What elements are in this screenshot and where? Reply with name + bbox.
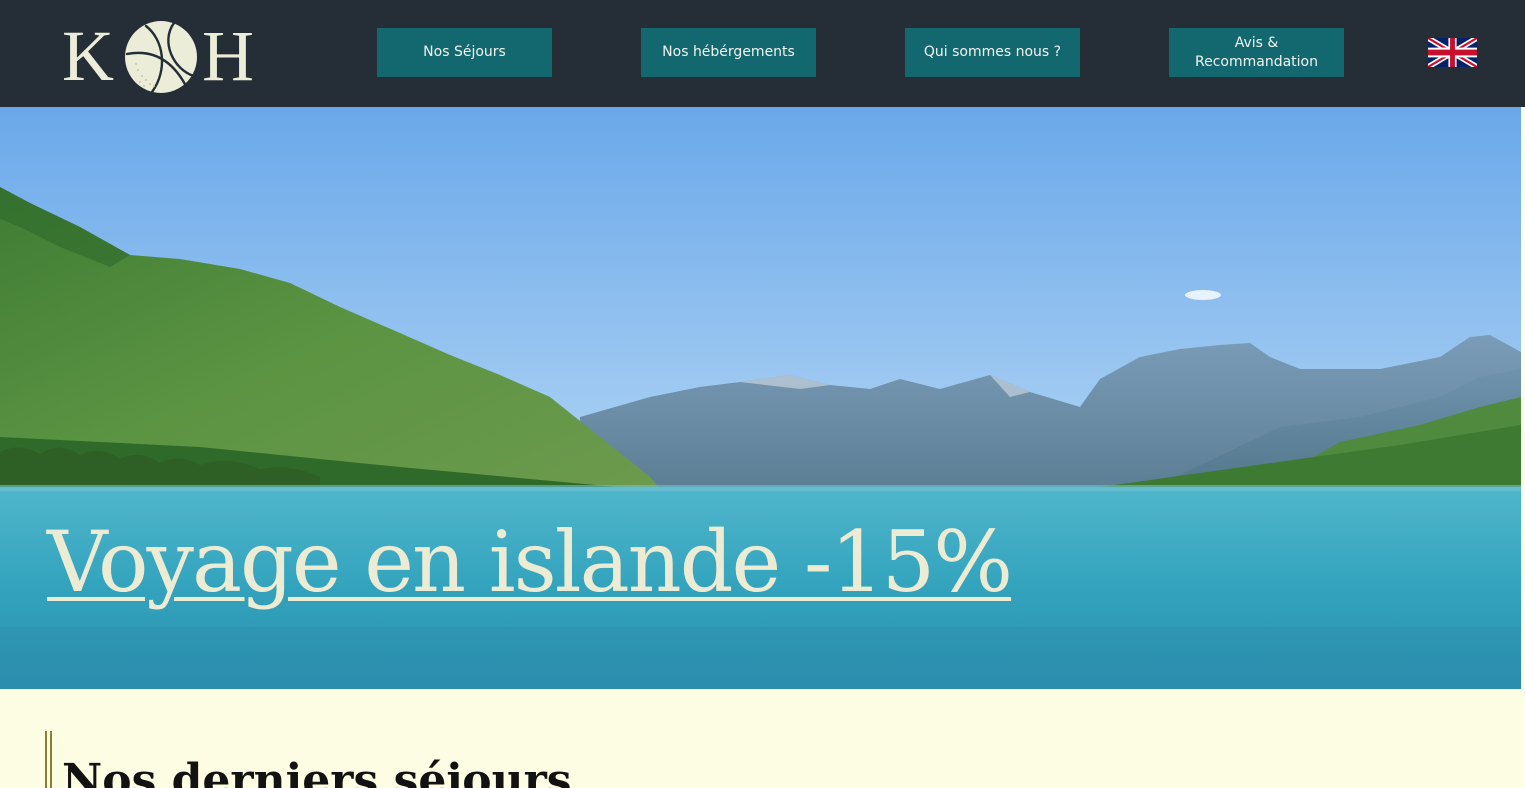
section-title: Nos derniers séjours [62,755,572,788]
section-accent-bar [45,731,47,788]
hero-promo-link[interactable]: Voyage en islande -15% [47,507,1013,617]
hero-banner: Voyage en islande -15% [0,107,1521,689]
logo-letter-h: H [202,16,254,96]
site-header: K H Nos Séjours Nos hébérgements Qui som… [0,0,1525,107]
logo-letter-k: K [62,16,114,96]
basketball-icon [125,21,197,94]
latest-stays-section: Nos derniers séjours [0,689,1521,788]
logo[interactable]: K H [62,18,267,94]
nav-qui-sommes-nous-button[interactable]: Qui sommes nous ? [905,28,1080,77]
uk-flag-icon[interactable] [1428,38,1477,67]
section-accent-bar [50,731,52,788]
nav-sejours-button[interactable]: Nos Séjours [377,28,552,77]
nav-avis-button[interactable]: Avis & Recommandation [1169,28,1344,77]
nav-hebergements-button[interactable]: Nos hébérgements [641,28,816,77]
scrollbar-gutter [1521,107,1525,788]
